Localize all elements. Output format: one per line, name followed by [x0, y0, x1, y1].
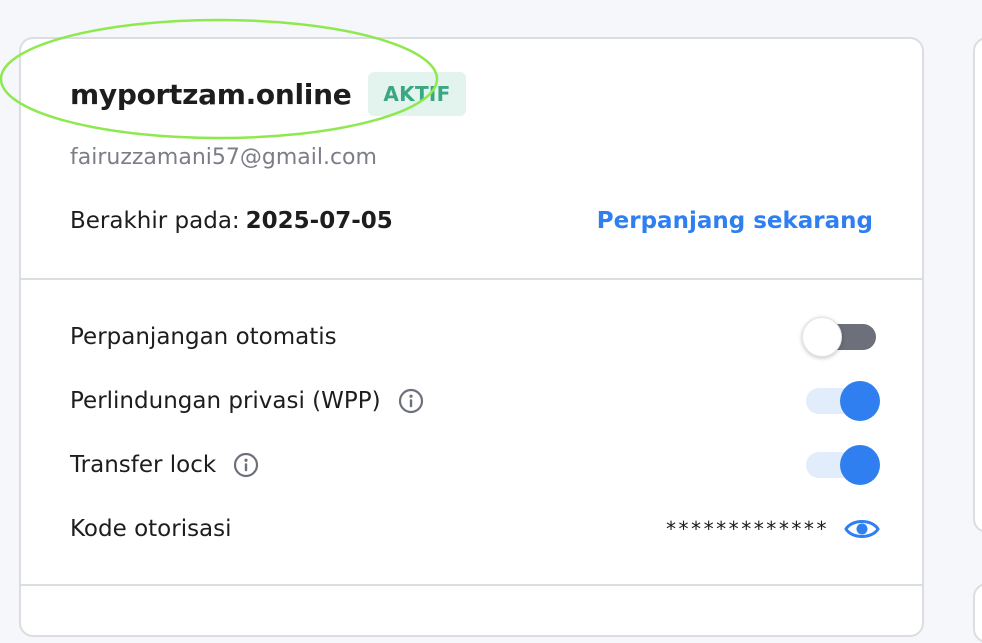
- privacy-protection-toggle[interactable]: [802, 381, 880, 421]
- auth-code-value: *************: [665, 517, 880, 541]
- renew-now-link[interactable]: Perpanjang sekarang: [597, 208, 873, 234]
- auth-code-label: Kode otorisasi: [70, 516, 232, 542]
- section-divider: [21, 278, 922, 280]
- toggle-knob: [840, 381, 880, 421]
- info-icon[interactable]: [398, 388, 424, 414]
- setting-row-auth-code: Kode otorisasi *************: [70, 509, 880, 549]
- section-divider: [21, 584, 922, 586]
- toggle-knob: [802, 317, 842, 357]
- status-badge: AKTIF: [368, 72, 466, 116]
- adjacent-card: [973, 583, 982, 643]
- auth-code-label-text: Kode otorisasi: [70, 516, 232, 542]
- expiry-info: Berakhir pada: 2025-07-05: [70, 208, 393, 234]
- auto-renewal-label-text: Perpanjangan otomatis: [70, 324, 337, 350]
- domain-header: myportzam.online AKTIF: [70, 72, 466, 116]
- adjacent-card: [973, 37, 982, 533]
- info-icon[interactable]: [233, 452, 259, 478]
- privacy-protection-label-text: Perlindungan privasi (WPP): [70, 388, 381, 414]
- expiry-date: 2025-07-05: [245, 208, 393, 234]
- domain-name: myportzam.online: [70, 77, 352, 111]
- auth-code-masked: *************: [664, 517, 828, 541]
- auto-renewal-toggle[interactable]: [802, 317, 880, 357]
- toggle-knob: [840, 445, 880, 485]
- account-email: fairuzzamani57@gmail.com: [70, 145, 377, 170]
- privacy-protection-label: Perlindungan privasi (WPP): [70, 388, 424, 414]
- auto-renewal-label: Perpanjangan otomatis: [70, 324, 337, 350]
- setting-row-transfer-lock: Transfer lock: [70, 445, 880, 485]
- transfer-lock-label: Transfer lock: [70, 452, 259, 478]
- eye-icon[interactable]: [844, 517, 880, 541]
- setting-row-auto-renewal: Perpanjangan otomatis: [70, 317, 880, 357]
- transfer-lock-label-text: Transfer lock: [70, 452, 217, 478]
- expiry-label: Berakhir pada:: [70, 208, 240, 234]
- domain-card: myportzam.online AKTIF fairuzzamani57@gm…: [19, 37, 924, 637]
- transfer-lock-toggle[interactable]: [802, 445, 880, 485]
- setting-row-privacy-protection: Perlindungan privasi (WPP): [70, 381, 880, 421]
